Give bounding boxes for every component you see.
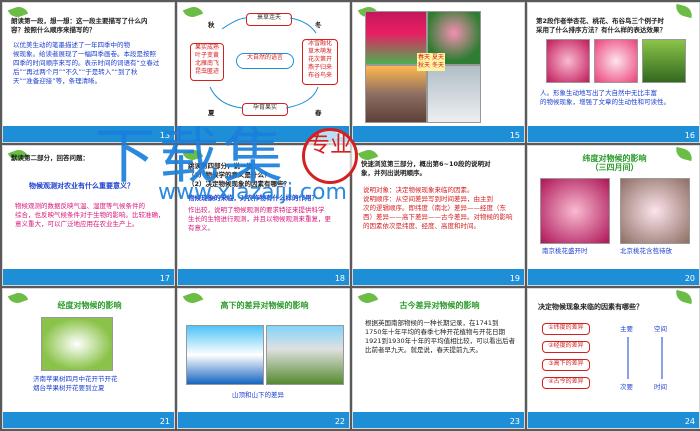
slide-number: 22 (334, 417, 345, 426)
photo-valley (266, 325, 344, 385)
slide-question: 第2段作者举杏花、桃花、布谷鸟三个例子时 采用了什么排序方法？有什么样的表达效果？ (536, 17, 666, 34)
photo-apricot (546, 39, 590, 83)
slide-body: 以优美生动的笔墨描述了一年四季中的物 候现象。给读者展现了一幅四季画卷。本段是按照… (13, 41, 160, 85)
slide-question: 快速浏览第三部分，概出第6~10段的说明对 象，并列出说明顺序。 (361, 160, 491, 177)
slide-15[interactable]: 春天 夏天 秋天 冬天 15 (352, 2, 525, 143)
slide-title: 经度对物候的影响 (57, 301, 122, 310)
factor-arrows (627, 337, 663, 379)
slide-number: 17 (159, 274, 170, 283)
slide-number: 23 (509, 417, 520, 426)
photo-nanjing-peach (540, 178, 610, 244)
slide-22[interactable]: 高下的差异对物候的影响 山顶和山下的差异 22 (177, 288, 350, 429)
slide-footer-bar: 18 (178, 269, 349, 285)
slide-caption: 山顶和山下的差异 (232, 391, 284, 399)
slide-answer: 人。形象生动地写出了大自然中无比丰富 的物候现象，增强了文章的生动性和可读性。 (540, 89, 670, 106)
slide-title: 纬度对物候的影响 (582, 154, 647, 163)
photo-apple-blossom (41, 317, 113, 371)
slide-footer-bar: 24 (528, 412, 699, 428)
slide-caption: 济南苹果树四月中花开节开花 烟台苹果树开花要到立夏 (33, 375, 118, 392)
slide-number: 21 (159, 417, 170, 426)
slide-number: 24 (684, 417, 695, 426)
slide-footer-bar: 16 (528, 126, 699, 142)
slide-footer-bar: 20 (528, 269, 699, 285)
season-labels: 春天 夏天 秋天 冬天 (417, 53, 445, 71)
watermark-badge: 专业 (302, 128, 358, 184)
leaf-icon (674, 3, 694, 19)
slide-number: 15 (509, 131, 520, 140)
slide-footer-bar: 15 (353, 126, 524, 142)
slide-footer-bar: 19 (353, 269, 524, 285)
slide-23[interactable]: 古今差异对物候的影响 根据英国南部物候的一种长期记录，在1741到 1750年十年… (352, 288, 525, 429)
slide-footer-bar: 17 (3, 269, 174, 285)
photo-autumn (365, 65, 427, 123)
slide-answer: 作出较，说明了物候观测的要求特征来提供科学 生长的生物进行观测，并且以物候观测来重… (188, 206, 331, 232)
watermark-url: www.xiazaiji.com (158, 180, 347, 205)
slide-24[interactable]: 决定物候现象来临的因素有哪些？ ①纬度的差异 ②经度的差异 ③高下的差异 ④古今… (527, 288, 700, 429)
photo-winter (427, 65, 481, 123)
photo-beijing-peach (620, 178, 690, 244)
photo-cuckoo (642, 39, 686, 83)
slide-answer: 物候观测的数据反映气温、湿度等气候条件的 综合，也反映气候条件对于生物的影响。比较… (15, 202, 165, 228)
photo-snow-mountain (186, 325, 264, 385)
slide-answer: 说明对象：决定物候现象来临的因素。 说明顺序：从空间差异写到时间差异，由主到 次的逻… (363, 186, 513, 230)
slide-footer-bar: 23 (353, 412, 524, 428)
slide-19[interactable]: 快速浏览第三部分，概出第6~10段的说明对 象，并列出说明顺序。 说明对象：决定物… (352, 145, 525, 286)
slide-footer-bar: 21 (3, 412, 174, 428)
slide-16[interactable]: 第2段作者举杏花、桃花、布谷鸟三个例子时 采用了什么排序方法？有什么样的表达效果？… (527, 2, 700, 143)
slide-number: 16 (684, 131, 695, 140)
slide-20[interactable]: 纬度对物候的影响 （三四月间） 南京桃花盛开时 北京桃花含苞待放 20 (527, 145, 700, 286)
slide-footer-bar: 22 (178, 412, 349, 428)
slide-question: 朗读第一段，想一想：这一段主要描写了什么内 容？按照什么顺序来描写的？ (11, 17, 148, 34)
slide-number: 18 (334, 274, 345, 283)
slide-body: 根据英国南部物候的一种长期记录，在1741到 1750年十年平均的春季七种开花植物… (365, 319, 516, 354)
slide-subtitle: （三四月间） (590, 163, 639, 172)
slide-number: 20 (684, 274, 695, 283)
slide-number: 19 (509, 274, 520, 283)
slide-title: 高下的差异对物候的影响 (220, 301, 309, 310)
slide-title: 古今差异对物候的影响 (399, 301, 480, 310)
caption-nanjing: 南京桃花盛开时 (542, 247, 588, 255)
caption-beijing: 北京桃花含苞待放 (620, 247, 672, 255)
slide-21[interactable]: 经度对物候的影响 济南苹果树四月中花开节开花 烟台苹果树开花要到立夏 21 (2, 288, 175, 429)
photo-peach (594, 39, 638, 83)
